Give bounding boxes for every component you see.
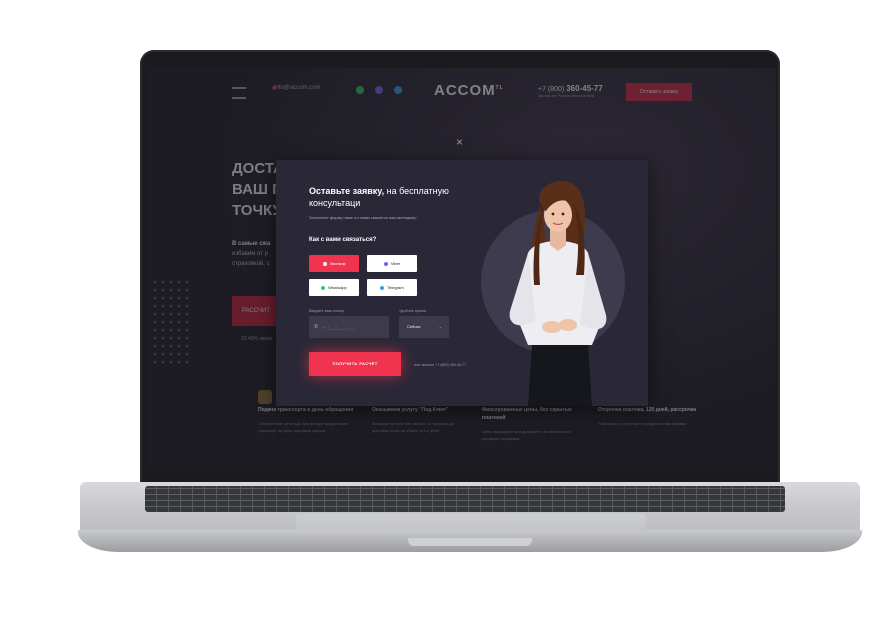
modal-subtitle: Заполните форму ниже и с вами свяжется н… [309, 215, 417, 220]
laptop-screen: info@accom.com ACCOMTL +7 (800) 360-45-7… [146, 68, 776, 470]
option-whatsapp[interactable]: WhatsApp [309, 279, 359, 296]
header-phone[interactable]: +7 (800) 360-45-77 Звонок по России бесп… [538, 84, 603, 98]
site-logo[interactable]: ACCOMTL [434, 82, 504, 99]
chevron-down-icon: ⌄ [438, 324, 442, 329]
time-select[interactable]: Сейчас ⌄ [399, 316, 449, 338]
feature-item: Фиксированные цены, без скрытых платежей… [482, 407, 572, 441]
header-email[interactable]: info@accom.com [274, 85, 320, 91]
viber-icon [383, 261, 388, 266]
option-telegram[interactable]: Telegram [367, 279, 417, 296]
viber-icon[interactable] [375, 86, 383, 94]
phone-icon: ✆ [314, 324, 319, 330]
phone-label: Введите ваш номер [309, 309, 344, 313]
submit-button[interactable]: ПОЛУЧИТЬ РАСЧЁТ [309, 352, 401, 376]
laptop-notch [408, 538, 532, 546]
whatsapp-icon [321, 285, 326, 290]
feature-item: Оказываем услугу "Под Ключ" Возьмем на се… [372, 407, 455, 433]
menu-icon[interactable] [232, 87, 246, 99]
request-modal: Оставьте заявку, на бесплатную консульта… [276, 160, 648, 406]
option-call[interactable]: Звонком [309, 255, 359, 272]
laptop-keyboard [145, 486, 785, 512]
time-label: Удобное время [399, 309, 426, 313]
telegram-icon [380, 285, 385, 290]
consultant-photo [509, 181, 607, 406]
phone-input[interactable] [309, 316, 389, 338]
whatsapp-icon[interactable] [356, 86, 364, 94]
close-icon[interactable]: × [456, 135, 463, 149]
feature-item: Отсрочка платежа, 120 дней, рассрочка Раб… [598, 407, 697, 426]
decor-dots [151, 278, 191, 368]
feature-item: Подача транспорта в день обращения Собств… [258, 407, 354, 433]
contact-method-question: Как с вами связаться? [309, 237, 377, 243]
header-request-button[interactable]: Оставить заявку [626, 83, 692, 101]
telegram-icon[interactable] [394, 86, 402, 94]
option-viber[interactable]: Viber [367, 255, 417, 272]
call-note: или звоните +7 (800) 360-45-77 [414, 363, 467, 367]
truck-icon [258, 390, 272, 404]
modal-title: Оставьте заявку, на бесплатную консульта… [309, 186, 449, 208]
hero-subtitle: В самые сжа избавим от р страховкой, с [232, 241, 271, 267]
phone-icon [322, 261, 327, 266]
hero-note: 20 40% эконо [241, 336, 273, 342]
